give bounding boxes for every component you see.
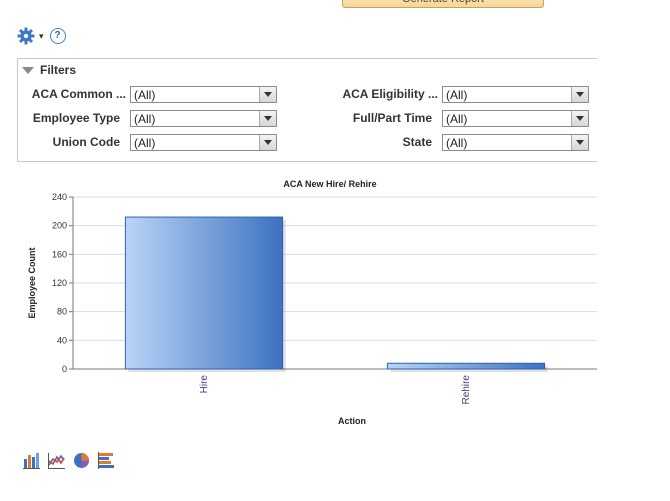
x-tick-label: Hire bbox=[199, 375, 210, 394]
x-axis-label: Action bbox=[338, 416, 366, 426]
y-tick-label: 240 bbox=[52, 192, 67, 202]
line-chart-icon[interactable] bbox=[47, 451, 66, 470]
x-axis: Hire Rehire bbox=[199, 375, 472, 405]
y-axis: 0 40 80 120 160 200 240 bbox=[52, 192, 74, 374]
y-tick-label: 160 bbox=[52, 249, 67, 259]
x-tick-label: Rehire bbox=[461, 375, 472, 405]
chart-bars bbox=[124, 216, 548, 372]
y-tick-label: 40 bbox=[57, 335, 67, 345]
bar-chart: 0 40 80 120 160 200 240 Hire Rehire Employee Co… bbox=[27, 192, 597, 426]
bar-hire[interactable] bbox=[124, 216, 284, 370]
bar-chart-icon[interactable] bbox=[22, 451, 41, 470]
chart-type-switcher bbox=[22, 451, 116, 470]
y-tick-label: 0 bbox=[62, 364, 67, 374]
y-tick-label: 80 bbox=[57, 307, 67, 317]
horizontal-bar-chart-icon[interactable] bbox=[97, 451, 116, 470]
bar-rehire[interactable] bbox=[386, 362, 546, 370]
y-axis-label: Employee Count bbox=[27, 247, 37, 318]
pie-chart-icon[interactable] bbox=[72, 451, 91, 470]
y-tick-label: 200 bbox=[52, 221, 67, 231]
y-tick-label: 120 bbox=[52, 278, 67, 288]
